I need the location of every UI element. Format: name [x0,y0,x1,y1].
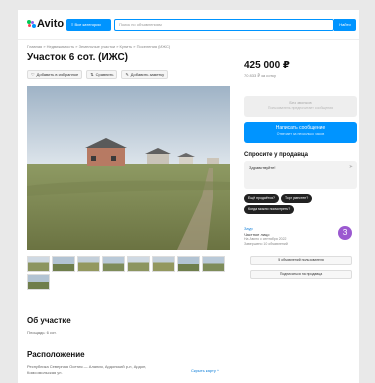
action-label: Добавить заметку [130,72,165,77]
price-per-unit: 70 833 ₽ за сотку [244,73,276,78]
thumbnail-strip [27,256,230,290]
hide-map-link[interactable]: Скрыть карту ^ [191,368,219,373]
thumbnail[interactable] [52,256,75,272]
thumbnail[interactable] [27,256,50,272]
search-placeholder: Поиск по объявлениям [119,22,162,27]
breadcrumb[interactable]: Главная » Недвижимость » Земельные участ… [27,44,170,49]
compare-icon: ⇅ [90,72,94,77]
main-photo[interactable] [27,86,230,250]
page: Avito ≡ Все категории Поиск по объявлени… [18,10,359,383]
add-note-button[interactable]: ✎ Добавить заметку [121,70,169,79]
logo-dots-icon [27,20,36,28]
thumbnail[interactable] [152,256,175,272]
land-plot-image [27,86,230,250]
ask-seller-text: Здравствуйте! [249,165,276,170]
page-title: Участок 6 сот. (ИЖС) [27,52,129,63]
action-label: Сравнить [95,72,114,77]
thumbnail[interactable] [177,256,200,272]
price: 425 000 ₽ [244,60,290,71]
write-message-button[interactable]: Написать сообщение Отвечает за несколько… [244,122,357,143]
logo-text: Avito [37,18,65,30]
find-button[interactable]: Найти [334,19,356,31]
thumbnail[interactable] [27,274,50,290]
heart-icon: ♡ [31,72,35,77]
location-title: Расположение [27,350,85,359]
avito-logo[interactable]: Avito [27,18,64,30]
thumbnail[interactable] [127,256,150,272]
write-message-label: Написать сообщение [275,125,326,131]
thumbnail[interactable] [202,256,225,272]
quick-question-chip[interactable]: Когда можно посмотреть? [244,205,295,214]
compare-button[interactable]: ⇅ Сравнить [86,70,118,79]
note-icon: ✎ [125,72,129,77]
categories-label: Все категории [74,22,101,27]
seller-since: На Авито с сентября 2022 [244,237,287,241]
location-street: Комсомольская ул. [27,370,63,375]
avatar[interactable]: З [338,226,352,240]
no-calls-button: Без звонков Пользователь предпочитает со… [244,96,357,117]
thumbnail[interactable] [102,256,125,272]
quick-question-chip[interactable]: Ещё продаётся? [244,194,279,203]
add-favorite-button[interactable]: ♡ Добавить в избранное [27,70,83,79]
seller-completed: Завершено 10 объявлений [244,242,288,246]
quick-question-chip[interactable]: Торг уместен? [280,194,313,203]
send-icon[interactable]: ➤ [349,164,353,170]
search-input[interactable]: Поиск по объявлениям [114,19,334,31]
action-bar: ♡ Добавить в избранное ⇅ Сравнить ✎ Добавит… [27,70,169,79]
ask-seller-input[interactable]: Здравствуйте! ➤ [244,161,357,189]
ask-seller-title: Спросите у продавца [244,152,308,158]
categories-button[interactable]: ≡ Все категории [66,19,111,31]
no-calls-sub: Пользователь предпочитает сообщения [267,106,334,110]
subscribe-button[interactable]: Подписаться на продавца [250,270,352,279]
about-area: Площадь: 6 сот. [27,330,57,335]
location-address: Республика Северная Осетия — Алания, Ард… [27,364,147,369]
action-label: Добавить в избранное [36,72,79,77]
write-message-sub: Отвечает за несколько часов [276,132,325,136]
about-title: Об участке [27,316,71,325]
all-ads-button[interactable]: 5 объявлений пользователя [250,256,352,265]
header: Avito ≡ Все категории Поиск по объявлени… [18,10,359,40]
no-calls-label: Без звонков [289,100,312,105]
seller-name[interactable]: Заур [244,226,253,231]
thumbnail[interactable] [77,256,100,272]
quick-questions: Ещё продаётся? Торг уместен? Когда можно… [244,194,359,214]
